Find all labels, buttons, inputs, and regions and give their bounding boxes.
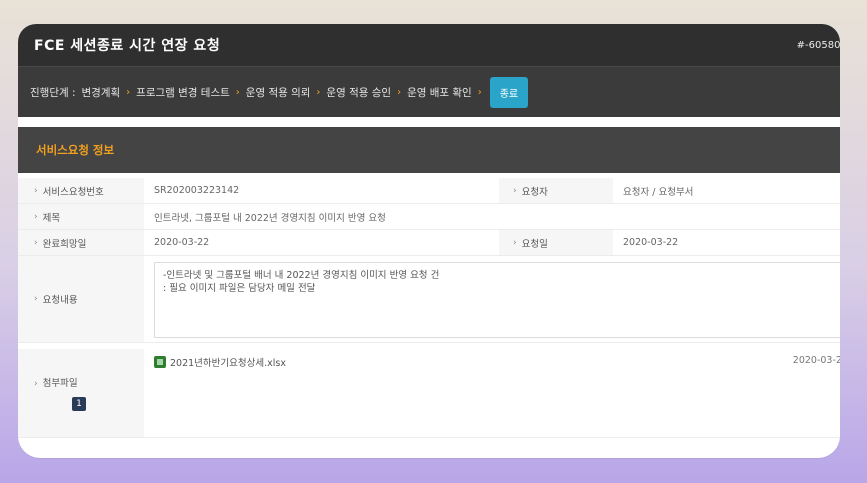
reference-code: #-60580 2: [796, 39, 840, 51]
subject-label: 제목: [18, 204, 144, 229]
request-date-label: 요청일: [499, 230, 613, 255]
content-label: 요청내용: [18, 256, 144, 342]
chevron-right-icon: ›: [235, 86, 240, 98]
form-row: 첨부파일 1 2021년하반기요청상세.xlsx 2020-03-22: [18, 349, 840, 438]
form-row: 서비스요청번호 SR202003223142 요청자 요청자 / 요청부서: [18, 178, 840, 204]
chevron-right-icon: ›: [126, 86, 131, 98]
section-header: 서비스요청 정보: [18, 127, 840, 173]
step-current-badge: 종료: [489, 76, 529, 108]
attachment-label: 첨부파일: [34, 375, 78, 389]
chevron-right-icon: ›: [397, 86, 402, 98]
requester-label: 요청자: [499, 178, 613, 203]
step-apply-approval: 운영 적용 승인: [326, 86, 392, 99]
attachment-file-date: 2020-03-22: [792, 355, 840, 366]
form-row: 요청내용 -인트라넷 및 그룹포털 배너 내 2022년 경영지침 이미지 반영…: [18, 256, 840, 343]
request-no-value: SR202003223142: [144, 178, 499, 203]
step-plan: 변경계획: [81, 86, 121, 99]
page-title: FCE 세션종료 시간 연장 요청: [34, 38, 221, 54]
form-row: 완료희망일 2020-03-22 요청일 2020-03-22: [18, 230, 840, 256]
due-date-value: 2020-03-22: [144, 230, 499, 255]
attachment-label-cell: 첨부파일 1: [18, 349, 144, 437]
steps-label: 진행단계 :: [30, 86, 76, 99]
content-cell: -인트라넷 및 그룹포털 배너 내 2022년 경영지침 이미지 반영 요청 건…: [154, 256, 840, 342]
form-row: 제목 인트라넷, 그룹포털 내 2022년 경영지침 이미지 반영 요청: [18, 204, 840, 230]
request-no-label: 서비스요청번호: [18, 178, 144, 203]
due-date-label: 완료희망일: [18, 230, 144, 255]
step-apply-request: 운영 적용 의뢰: [245, 86, 311, 99]
excel-file-icon: [154, 356, 166, 368]
chevron-right-icon: ›: [316, 86, 321, 98]
requester-value: 요청자 / 요청부서: [613, 178, 840, 203]
request-date-value: 2020-03-22: [613, 230, 840, 255]
step-deploy-check: 운영 배포 확인: [407, 86, 472, 99]
request-form: 서비스요청번호 SR202003223142 요청자 요청자 / 요청부서 제목…: [18, 178, 840, 438]
attachment-count-badge: 1: [72, 397, 86, 411]
title-bar: FCE 세션종료 시간 연장 요청 #-60580 2: [18, 24, 840, 66]
progress-steps: 진행단계 : 변경계획 › 프로그램 변경 테스트 › 운영 적용 의뢰 › 운…: [18, 66, 840, 117]
divider: [18, 117, 840, 127]
service-request-window: FCE 세션종료 시간 연장 요청 #-60580 2 진행단계 : 변경계획 …: [18, 24, 840, 458]
attachment-file-name[interactable]: 2021년하반기요청상세.xlsx: [170, 355, 286, 369]
step-test: 프로그램 변경 테스트: [136, 86, 230, 99]
attachment-file[interactable]: 2021년하반기요청상세.xlsx: [154, 355, 286, 369]
subject-value: 인트라넷, 그룹포털 내 2022년 경영지침 이미지 반영 요청: [144, 204, 840, 229]
chevron-right-icon: ›: [477, 86, 482, 98]
content-textarea[interactable]: -인트라넷 및 그룹포털 배너 내 2022년 경영지침 이미지 반영 요청 건…: [154, 262, 840, 338]
attachment-area: 2021년하반기요청상세.xlsx 2020-03-22: [144, 349, 840, 437]
section-title: 서비스요청 정보: [36, 143, 115, 157]
